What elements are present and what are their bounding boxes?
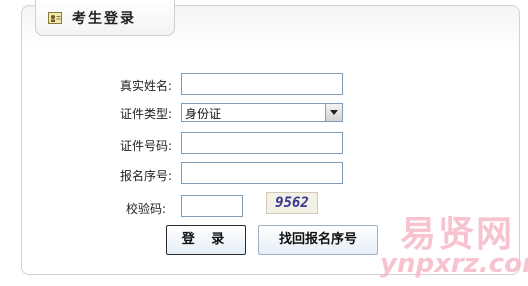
registration-number-input[interactable] — [181, 162, 343, 184]
user-card-icon — [48, 12, 62, 24]
id-type-select[interactable]: 身份证 — [181, 103, 343, 122]
id-number-input[interactable] — [181, 132, 343, 154]
id-number-label: 证件号码: — [119, 139, 172, 153]
id-type-label: 证件类型: — [119, 107, 172, 121]
captcha-input[interactable] — [181, 195, 243, 217]
chevron-down-icon[interactable] — [325, 104, 342, 121]
real-name-input[interactable] — [181, 73, 343, 95]
page-title: 考生登录 — [72, 11, 136, 27]
login-button[interactable]: 登 录 — [166, 225, 246, 255]
captcha-label: 校验码: — [125, 202, 166, 216]
id-type-selected-value: 身份证 — [185, 107, 222, 121]
real-name-label: 真实姓名: — [119, 79, 172, 93]
captcha-image[interactable]: 9562 — [266, 192, 318, 214]
find-registration-number-button[interactable]: 找回报名序号 — [258, 225, 378, 255]
registration-number-label: 报名序号: — [119, 169, 172, 183]
